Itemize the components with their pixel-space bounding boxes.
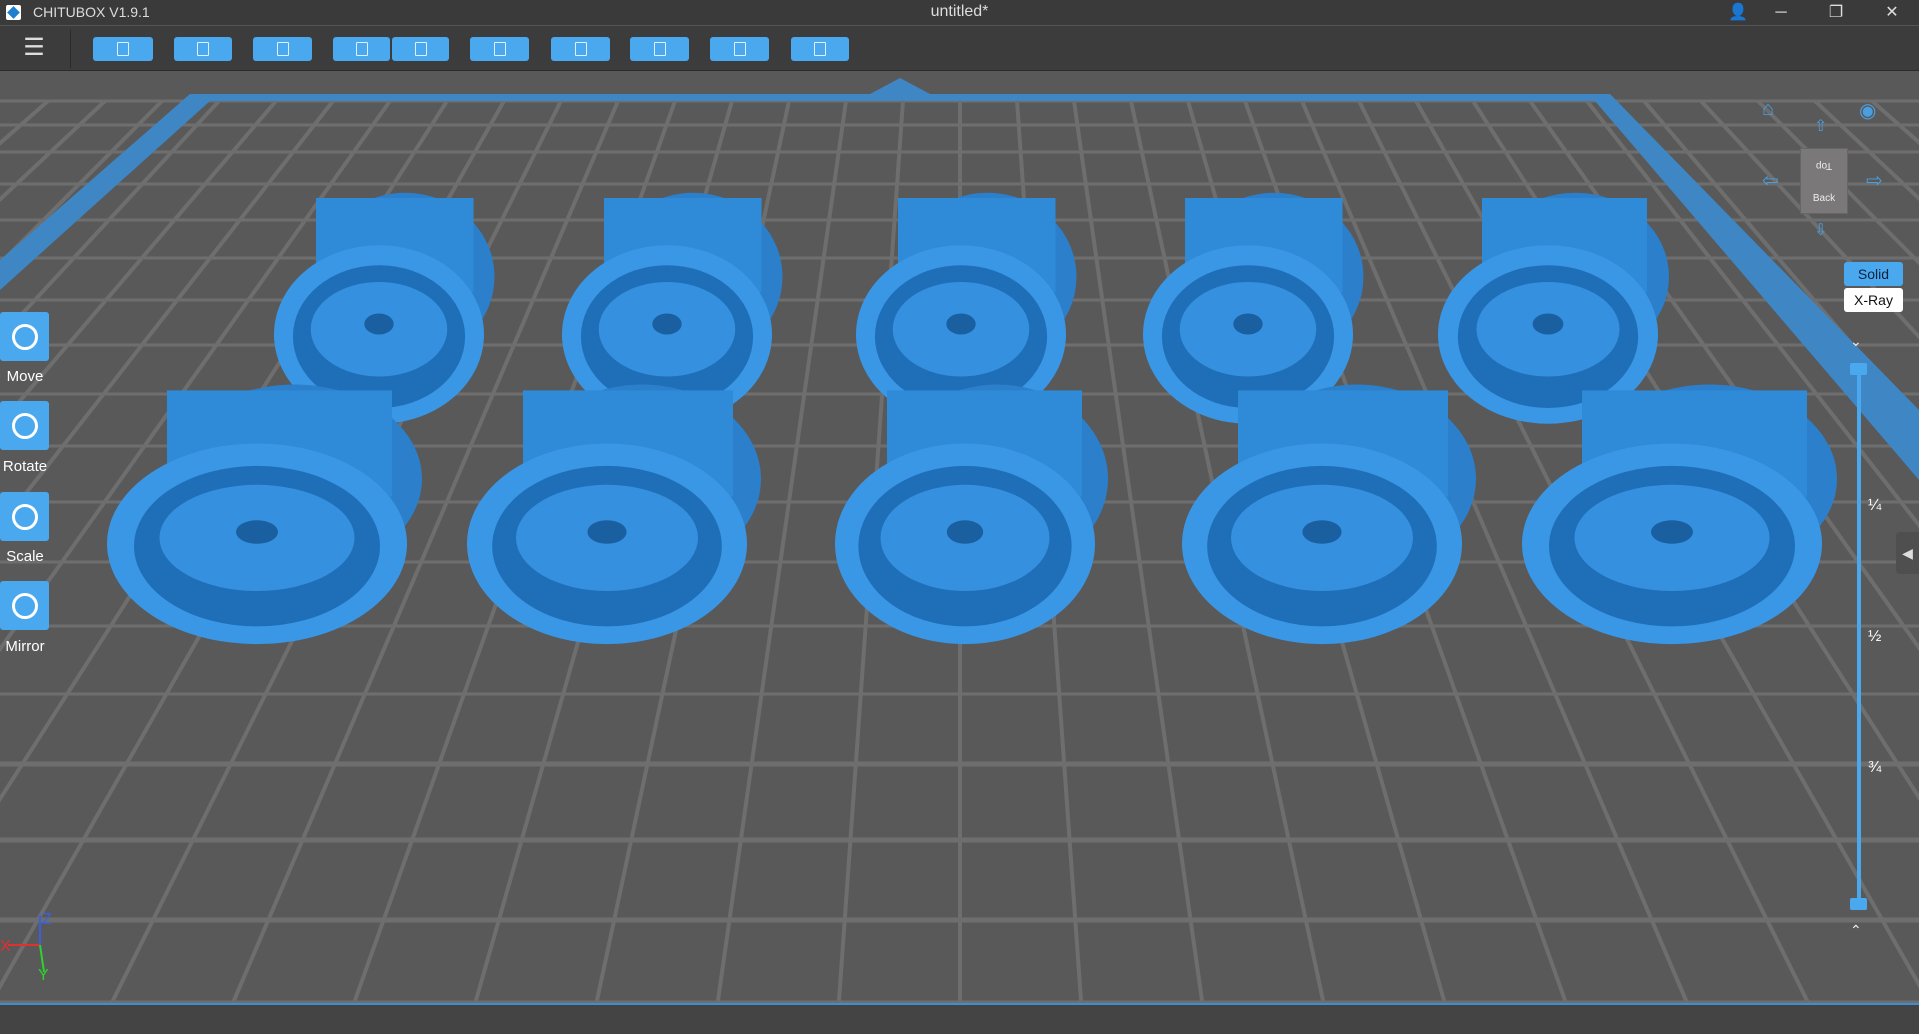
layout-icon (276, 42, 289, 56)
y-axis-label: Y (38, 967, 49, 984)
visibility-eye-icon[interactable]: ◉ (1859, 98, 1876, 123)
move-icon (11, 323, 38, 350)
minimize-button[interactable]: ─ (1761, 0, 1801, 25)
cube-top-face[interactable]: Top (1801, 149, 1847, 182)
document-icon (493, 42, 506, 56)
toolbar-divider (70, 30, 71, 68)
title-bar: CHITUBOX V1.9.1 untitled* 👤 ─ ❐ ✕ (0, 0, 1919, 25)
chevron-down-icon[interactable]: ⌄ (1850, 333, 1862, 350)
collapse-panel-button[interactable]: ◀ (1896, 532, 1919, 574)
models (107, 192, 1837, 645)
view-up-arrow-icon[interactable]: ⇧ (1814, 116, 1827, 136)
close-button[interactable]: ✕ (1872, 0, 1912, 25)
view-left-arrow-icon[interactable]: ⇦ (1762, 168, 1779, 193)
drill-icon (814, 42, 826, 56)
layer-slider-top-handle[interactable] (1850, 363, 1867, 375)
folder-icon (117, 42, 129, 56)
solid-mode-button[interactable]: Solid (1844, 262, 1903, 286)
layer-slider-bottom-handle[interactable] (1850, 898, 1867, 910)
status-bar (0, 1003, 1919, 1034)
view-cube[interactable]: Top Back (1800, 148, 1848, 214)
supports-button[interactable] (630, 37, 689, 61)
menu-button[interactable]: ☰ (18, 36, 50, 61)
settings-button[interactable] (470, 37, 529, 61)
x-axis-label: X (0, 938, 11, 955)
save-icon (197, 42, 209, 56)
chevron-up-icon[interactable]: ⌃ (1850, 922, 1862, 939)
slice-button[interactable] (551, 37, 610, 61)
bottle-icon (653, 42, 666, 56)
layer-slider-track[interactable] (1857, 370, 1861, 906)
rotate-label: Rotate (2, 458, 48, 475)
restore-button[interactable]: ❐ (1816, 0, 1856, 25)
3d-viewport[interactable]: Z X Y (0, 71, 1919, 1006)
home-view-icon[interactable]: ⌂ (1762, 98, 1774, 121)
account-icon[interactable]: 👤 (1718, 0, 1758, 25)
build-plate-scene[interactable]: Z X Y (0, 71, 1919, 1006)
move-label: Move (6, 368, 44, 385)
save-button[interactable] (174, 37, 232, 61)
xray-mode-button[interactable]: X-Ray (1844, 288, 1903, 312)
slider-mark-half: ½ (1868, 628, 1882, 645)
drill-button[interactable] (791, 37, 849, 61)
mirror-label: Mirror (5, 638, 45, 655)
z-axis-label: Z (42, 911, 52, 928)
view-down-arrow-icon[interactable]: ⇩ (1814, 220, 1827, 240)
view-right-arrow-icon[interactable]: ⇨ (1866, 168, 1883, 193)
scale-label: Scale (6, 548, 44, 565)
auto-layout-button[interactable] (253, 37, 312, 61)
undo-button[interactable] (333, 37, 390, 61)
redo-icon (414, 42, 427, 56)
mirror-icon (11, 592, 38, 619)
rotate-icon (11, 412, 38, 439)
slider-mark-three-quarter: ¾ (1868, 759, 1882, 776)
scale-icon (11, 503, 38, 530)
hollow-button[interactable] (710, 37, 769, 61)
scale-tool-button[interactable] (0, 492, 49, 541)
cubes-icon (574, 42, 587, 56)
undo-icon (355, 42, 368, 56)
move-tool-button[interactable] (0, 312, 49, 361)
hollow-icon (733, 42, 746, 56)
open-file-button[interactable] (93, 37, 153, 61)
rotate-tool-button[interactable] (0, 401, 49, 450)
redo-button[interactable] (392, 37, 449, 61)
mirror-tool-button[interactable] (0, 581, 49, 630)
slider-mark-quarter: ¼ (1868, 497, 1882, 514)
document-title: untitled* (930, 3, 989, 20)
toolbar: ☰ (0, 25, 1919, 71)
cube-front-face[interactable]: Back (1801, 182, 1847, 215)
